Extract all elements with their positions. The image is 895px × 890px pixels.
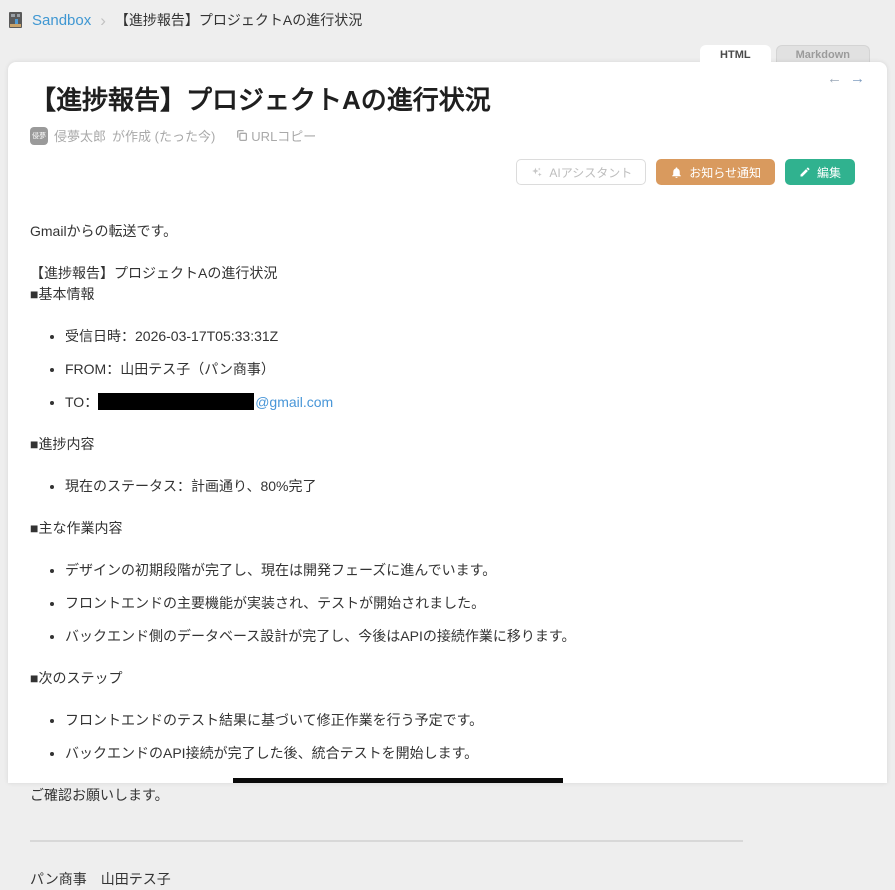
back-arrow-icon[interactable]: ← [827,70,842,87]
list-item: 受信日時：2026-03-17T05:33:31Z [65,326,743,347]
revision-pager: ← → [827,70,865,87]
notice-button[interactable]: お知らせ通知 [656,159,775,185]
view-mode-tabs: HTML Markdown [700,45,870,62]
work-list: デザインの初期段階が完了し、現在は開発フェーズに進んでいます。 フロントエンドの… [30,560,743,647]
edit-label: 編集 [816,165,841,180]
author-name: 侵夢太郎 [54,129,107,144]
edit-button[interactable]: 編集 [784,159,855,185]
url-copy-button[interactable]: URLコピー [235,126,316,145]
email-link[interactable]: @gmail.com [255,394,333,410]
forward-arrow-icon[interactable]: → [850,70,865,87]
list-item: FROM：山田テス子（パン商事） [65,359,743,380]
bottom-redaction-bar [233,778,563,783]
url-copy-label: URLコピー [251,129,317,144]
copy-icon [235,129,248,142]
list-item: デザインの初期段階が完了し、現在は開発フェーズに進んでいます。 [65,560,743,581]
email-redaction-box [98,393,255,410]
breadcrumb-current-page: 【進捗報告】プロジェクトAの進行状況 [114,12,363,28]
section-heading-work: ■主な作業内容 [30,520,123,536]
to-prefix: TO： [65,394,99,410]
intro-paragraph: Gmailからの転送です。 [30,223,178,239]
list-item: バックエンド側のデータベース設計が完了し、今後はAPIの接続作業に移ります。 [65,626,743,647]
bell-icon [670,166,683,179]
section-heading-next: ■次のステップ [30,670,123,686]
ai-assistant-label: AIアシスタント [549,165,633,180]
breadcrumb-root-link[interactable]: Sandbox [32,12,91,29]
page-emoji-icon [8,12,23,28]
section-heading-progress: ■進捗内容 [30,436,95,452]
notice-label: お知らせ通知 [689,165,761,180]
author-row: 侵夢 侵夢太郎 が作成 (たった今) URLコピー [30,126,865,145]
list-item: フロントエンドのテスト結果に基づいて修正作業を行う予定です。 [65,710,743,731]
breadcrumb-separator: › [100,10,106,30]
basic-info-list: 受信日時：2026-03-17T05:33:31Z FROM：山田テス子（パン商… [30,326,743,413]
closing-paragraph: ご確認お願いします。 [30,787,169,803]
list-item-to: TO： @gmail.com [65,392,743,413]
subject-paragraph: 【進捗報告】プロジェクトAの進行状況 ■基本情報 [30,263,743,305]
signature-divider [30,840,743,842]
list-item: フロントエンドの主要機能が実装され、テストが開始されました。 [65,593,743,614]
sparkles-icon [530,166,543,179]
tab-html[interactable]: HTML [700,45,771,62]
tab-markdown[interactable]: Markdown [775,45,870,62]
page-toolbar: AIアシスタント お知らせ通知 編集 [8,159,855,185]
list-item: バックエンドのAPI接続が完了した後、統合テストを開始します。 [65,743,743,764]
avatar: 侵夢 [30,126,48,145]
list-item: 現在のステータス：計画通り、80%完了 [65,476,743,497]
subject-line: 【進捗報告】プロジェクトAの進行状況 [30,265,278,281]
ai-assistant-button[interactable]: AIアシスタント [516,159,647,185]
author-meta: が作成 (たった今) [112,129,216,144]
signature: パン商事 山田テス子 [30,871,171,887]
pencil-icon [799,166,811,178]
article-body: Gmailからの転送です。 【進捗報告】プロジェクトAの進行状況 ■基本情報 受… [8,185,765,890]
page-title: 【進捗報告】プロジェクトAの進行状況 [30,85,491,115]
page-card: ← → 【進捗報告】プロジェクトAの進行状況 侵夢 侵夢太郎 が作成 (たった今… [8,62,887,887]
progress-list: 現在のステータス：計画通り、80%完了 [30,476,743,497]
breadcrumb: Sandbox › 【進捗報告】プロジェクトAの進行状況 [0,0,895,40]
section-heading-basic: ■基本情報 [30,286,95,302]
next-steps-list: フロントエンドのテスト結果に基づいて修正作業を行う予定です。 バックエンドのAP… [30,710,743,764]
